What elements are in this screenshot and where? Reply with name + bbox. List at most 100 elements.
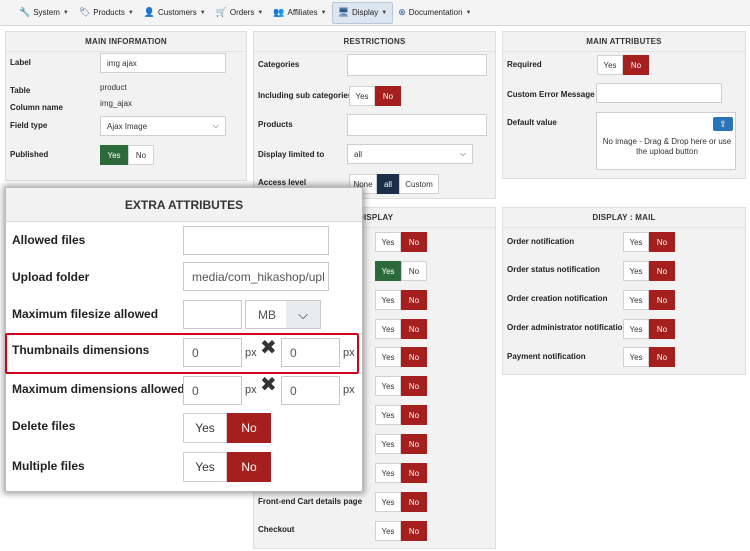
filesize-unit-select[interactable]: MB ⌵ <box>245 300 321 329</box>
max-height-input[interactable]: 0 <box>281 376 340 405</box>
caret-down-icon: ▼ <box>199 9 206 16</box>
display-no[interactable]: No <box>401 261 427 281</box>
extra-attributes-panel: EXTRA ATTRIBUTES Allowed files Upload fo… <box>5 187 363 492</box>
field-type-select[interactable]: Ajax Image ⌵ <box>100 116 226 136</box>
panel-title: MAIN INFORMATION <box>6 32 246 52</box>
display-no[interactable]: No <box>401 319 427 339</box>
default-value-label: Default value <box>507 118 557 127</box>
delete-files-yes[interactable]: Yes <box>183 413 227 443</box>
subcat-toggle: Yes No <box>349 86 401 106</box>
px-unit: px <box>343 384 355 396</box>
menu-affiliates[interactable]: 👥 Affiliates ▼ <box>268 2 331 24</box>
display-no[interactable]: No <box>401 376 427 396</box>
categories-input[interactable] <box>347 54 487 76</box>
max-filesize-label: Maximum filesize allowed <box>12 307 159 321</box>
frontcart-yes[interactable]: Yes <box>375 492 401 512</box>
caret-down-icon: ▼ <box>381 9 388 16</box>
mail-no[interactable]: No <box>649 232 675 252</box>
wrench-icon: 🔧 <box>19 7 31 17</box>
mail-yes[interactable]: Yes <box>623 290 649 310</box>
access-level-label: Access level <box>258 178 307 187</box>
mail-no[interactable]: No <box>649 261 675 281</box>
image-dropzone[interactable]: ⇪ No image - Drag & Drop here or use the… <box>596 112 736 170</box>
upload-icon[interactable]: ⇪ <box>713 117 733 131</box>
times-icon: ✖ <box>260 337 277 359</box>
thumbnails-dimensions-label: Thumbnails dimensions <box>12 343 150 357</box>
frontcart-label: Front-end Cart details page <box>258 497 363 506</box>
display-no[interactable]: No <box>401 232 427 252</box>
mail-no[interactable]: No <box>649 347 675 367</box>
required-yes[interactable]: Yes <box>597 55 623 75</box>
published-yes[interactable]: Yes <box>100 145 128 165</box>
mail-row-label: Order creation notification <box>507 294 608 303</box>
max-width-input[interactable]: 0 <box>183 376 242 405</box>
display-yes[interactable]: Yes <box>375 347 401 367</box>
display-no[interactable]: No <box>401 463 427 483</box>
panel-title: RESTRICTIONS <box>254 32 495 52</box>
display-yes[interactable]: Yes <box>375 376 401 396</box>
menu-system[interactable]: 🔧 System ▼ <box>14 2 74 24</box>
mail-yes[interactable]: Yes <box>623 232 649 252</box>
display-yes[interactable]: Yes <box>375 290 401 310</box>
allowed-files-input[interactable] <box>183 226 329 255</box>
display-toggle-9: Yes No <box>375 463 427 483</box>
thumbnail-height-input[interactable]: 0 <box>281 338 340 367</box>
display-yes[interactable]: Yes <box>375 319 401 339</box>
main-information-panel: MAIN INFORMATION Label img ajax Table pr… <box>5 31 247 181</box>
multiple-files-yes[interactable]: Yes <box>183 452 227 482</box>
required-no[interactable]: No <box>623 55 649 75</box>
mail-yes[interactable]: Yes <box>623 347 649 367</box>
menu-label: Display <box>352 8 379 17</box>
subcat-no[interactable]: No <box>375 86 401 106</box>
max-filesize-input[interactable] <box>183 300 242 329</box>
mail-no[interactable]: No <box>649 319 675 339</box>
display-no[interactable]: No <box>401 290 427 310</box>
mail-no[interactable]: No <box>649 290 675 310</box>
px-unit: px <box>343 347 355 359</box>
frontcart-no[interactable]: No <box>401 492 427 512</box>
multiple-files-no[interactable]: No <box>227 452 271 482</box>
menu-label: Customers <box>158 8 197 17</box>
menu-products[interactable]: 🏷 Products ▼ <box>74 2 139 24</box>
mail-yes[interactable]: Yes <box>623 319 649 339</box>
mail-row-label: Order notification <box>507 237 575 246</box>
display-limited-select[interactable]: all ⌵ <box>347 144 473 164</box>
field-type-label: Field type <box>10 121 48 130</box>
caret-down-icon: ▼ <box>127 9 134 16</box>
display-limited-label: Display limited to <box>258 150 325 159</box>
mail-yes[interactable]: Yes <box>623 261 649 281</box>
checkout-yes[interactable]: Yes <box>375 521 401 541</box>
products-input[interactable] <box>347 114 487 136</box>
checkout-no[interactable]: No <box>401 521 427 541</box>
chevron-down-icon: ⌵ <box>286 301 320 328</box>
menu-customers[interactable]: 👤 Customers ▼ <box>139 2 211 24</box>
delete-files-no[interactable]: No <box>227 413 271 443</box>
display-yes[interactable]: Yes <box>375 434 401 454</box>
display-no[interactable]: No <box>401 405 427 425</box>
published-no[interactable]: No <box>128 145 154 165</box>
monitor-icon: 🖥 <box>337 7 349 17</box>
display-no[interactable]: No <box>401 347 427 367</box>
menu-documentation[interactable]: ⊗ Documentation ▼ <box>393 2 476 24</box>
menu-orders[interactable]: 🛒 Orders ▼ <box>211 2 269 24</box>
display-yes[interactable]: Yes <box>375 261 401 281</box>
display-no[interactable]: No <box>401 434 427 454</box>
menu-display[interactable]: 🖥 Display ▼ <box>331 1 394 24</box>
thumbnail-width-input[interactable]: 0 <box>183 338 242 367</box>
label-input[interactable]: img ajax <box>100 53 226 73</box>
mail-row-label: Payment notification <box>507 352 586 361</box>
access-all[interactable]: all <box>377 174 399 194</box>
custom-error-input[interactable] <box>596 83 722 103</box>
checkout-toggle: Yes No <box>375 521 427 541</box>
upload-folder-label: Upload folder <box>12 270 90 284</box>
display-yes[interactable]: Yes <box>375 232 401 252</box>
allowed-files-label: Allowed files <box>12 233 86 247</box>
delete-files-toggle: Yes No <box>183 413 271 443</box>
display-toggle-5: Yes No <box>375 347 427 367</box>
display-yes[interactable]: Yes <box>375 463 401 483</box>
subcat-yes[interactable]: Yes <box>349 86 375 106</box>
display-yes[interactable]: Yes <box>375 405 401 425</box>
access-custom[interactable]: Custom <box>399 174 439 194</box>
label-label: Label <box>10 58 31 67</box>
upload-folder-input[interactable]: media/com_hikashop/upl <box>183 262 329 291</box>
